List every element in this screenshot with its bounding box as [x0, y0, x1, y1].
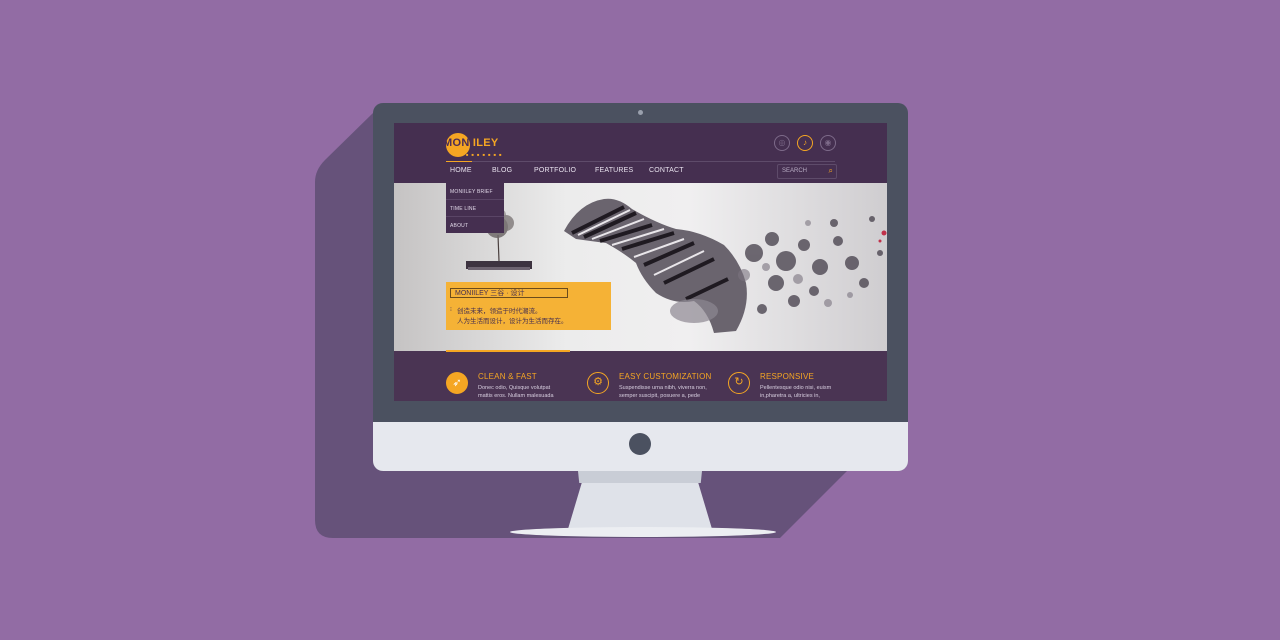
nav-blog[interactable]: BLOG	[492, 167, 512, 174]
tagline-box: MONIILEY 三谷 · 设计 ⁝ 创造未来，领造于时代潮流。 人为生活而设计…	[446, 282, 611, 330]
feature-body-responsive-1: Pellentesque odio nisi, euism	[760, 385, 832, 391]
tagline-line-1: 创造未来，领造于时代潮流。	[457, 308, 542, 315]
camera-dot	[638, 110, 643, 115]
nav-divider	[446, 161, 835, 162]
feature-title-responsive: RESPONSIVE	[760, 372, 815, 381]
search-placeholder: SEARCH	[782, 168, 808, 174]
website-screen: MONIILEY ■ ■ ■ ■ ■ ■ ■ ◎ ♪ ◉ HOME BLOG P…	[394, 123, 887, 401]
tagline-title: MONIILEY 三谷 · 设计	[450, 288, 568, 298]
nav-portfolio[interactable]: PORTFOLIO	[534, 167, 576, 174]
dropdown-item-brief[interactable]: MONIILEY BRIEF	[450, 189, 493, 195]
quote-mark-icon: ⁝	[450, 307, 452, 313]
dropdown-item-timeline[interactable]: TIME LINE	[450, 206, 476, 212]
dropdown-divider	[446, 216, 504, 217]
bell-icon[interactable]: ♪	[797, 135, 813, 151]
feature-body-clean-1: Donec odio, Quisque volutpat	[478, 385, 551, 391]
nav-home[interactable]: HOME	[450, 167, 472, 174]
site-logo[interactable]: MONIILEY	[443, 137, 499, 149]
feature-body-clean-2: mattis eros. Nullam malesuada	[478, 393, 554, 399]
monitor: MONIILEY ■ ■ ■ ■ ■ ■ ■ ◎ ♪ ◉ HOME BLOG P…	[373, 103, 908, 471]
feature-body-custom-1: Suspendisse urna nibh, viverra non,	[619, 385, 707, 391]
monitor-base	[510, 527, 776, 537]
refresh-icon: ↻	[728, 372, 750, 394]
dropdown-item-about[interactable]: ABOUT	[450, 223, 468, 229]
gear-icon: ⚙	[587, 372, 609, 394]
logo-text-highlight: MONI	[443, 137, 473, 149]
wechat-icon[interactable]: ◉	[820, 135, 836, 151]
feature-title-clean: CLEAN & FAST	[478, 372, 537, 381]
feature-title-custom: EASY CUSTOMIZATION	[619, 372, 712, 381]
search-icon[interactable]: ⌕	[829, 166, 833, 176]
weibo-icon[interactable]: ◎	[774, 135, 790, 151]
feature-body-custom-2: semper suscipit, posuere a, pede	[619, 393, 701, 399]
logo-text-rest: ILEY	[472, 137, 499, 149]
dropdown-divider	[446, 199, 504, 200]
hero-progress-bar	[446, 350, 570, 352]
search-input[interactable]: SEARCH ⌕	[777, 164, 837, 179]
monitor-logo-dot	[629, 433, 651, 455]
rocket-icon: ➶	[446, 372, 468, 394]
nav-features[interactable]: FEATURES	[595, 167, 633, 174]
tagline-line-2: 人为生活而设计，设计为生活而存在。	[457, 318, 568, 325]
monitor-stand-neck	[578, 471, 702, 483]
nav-contact[interactable]: CONTACT	[649, 167, 684, 174]
logo-dots: ■ ■ ■ ■ ■ ■ ■	[466, 152, 503, 157]
nav-active-indicator	[446, 161, 472, 162]
home-dropdown-menu: MONIILEY BRIEF TIME LINE ABOUT	[446, 183, 504, 233]
feature-body-responsive-2: in,pharetra a, ultricies in,	[760, 393, 820, 399]
